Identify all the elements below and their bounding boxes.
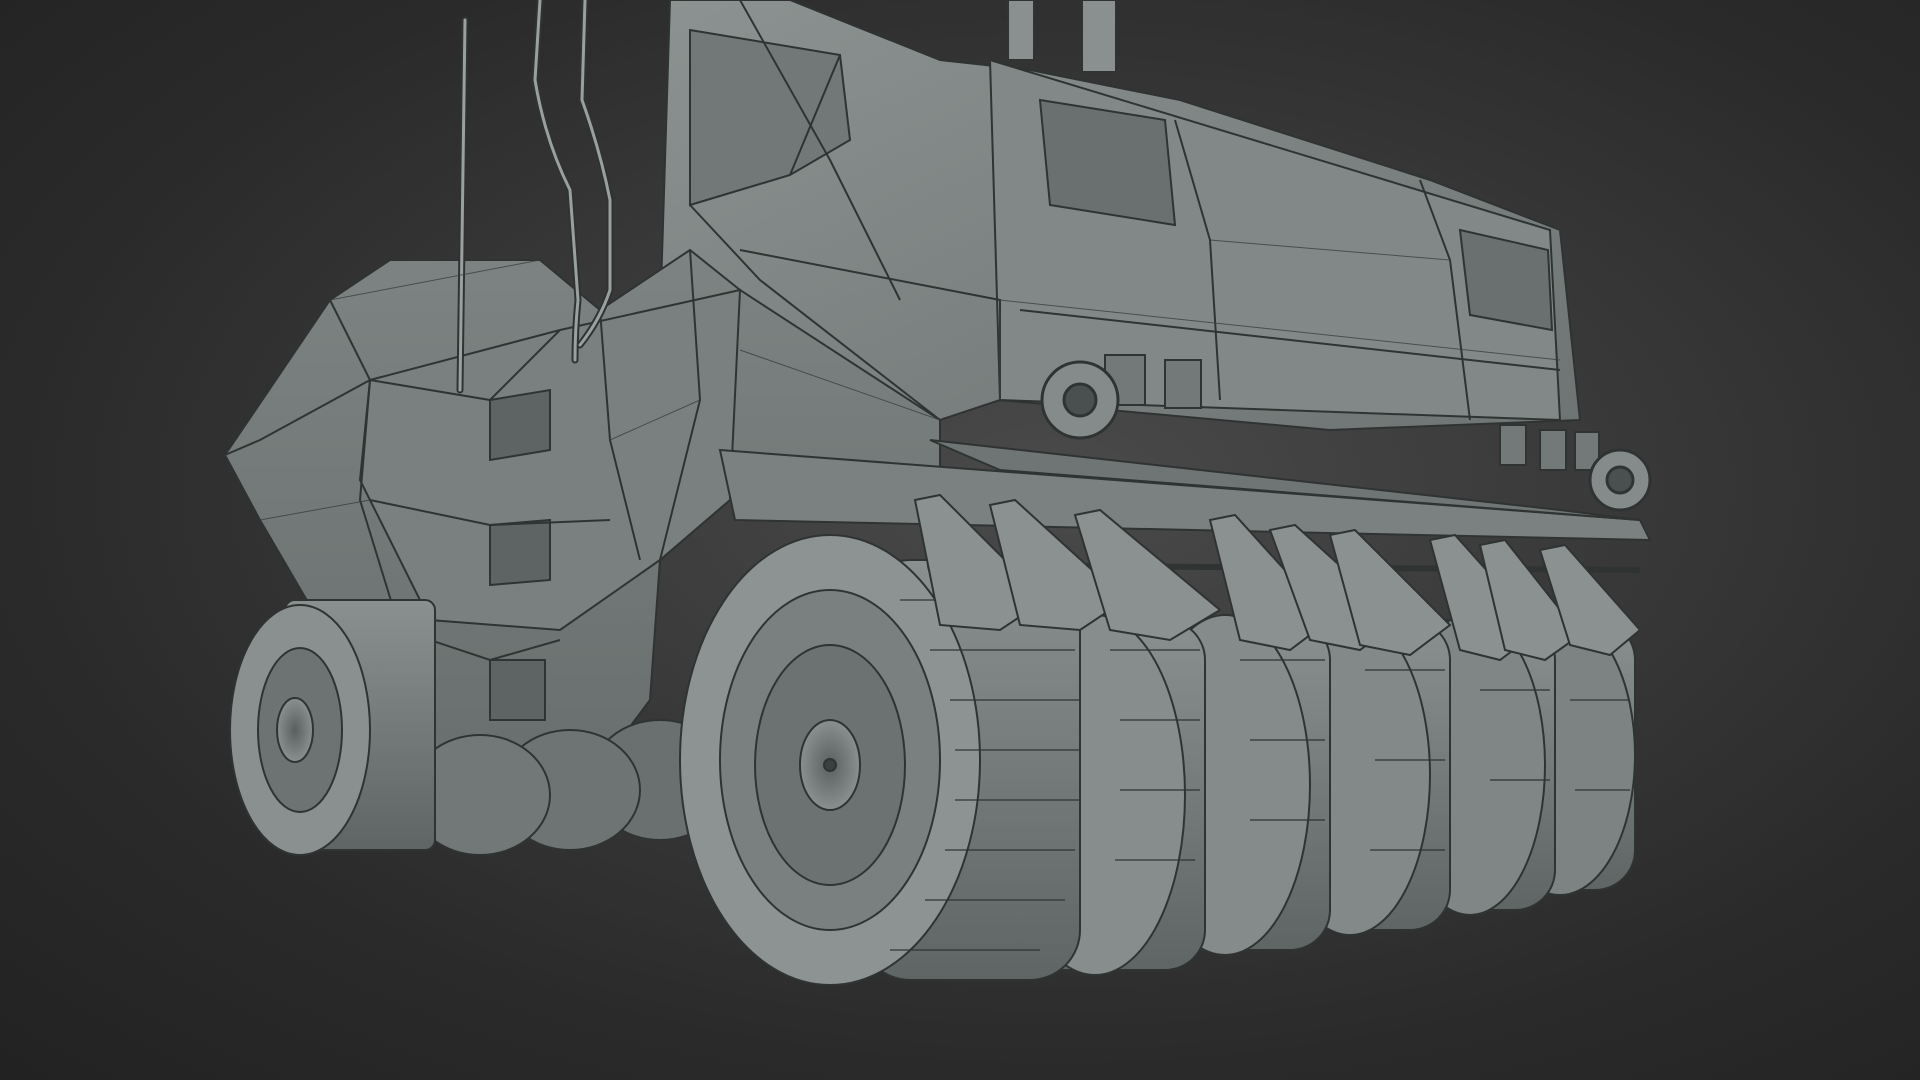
render-canvas — [223, 0, 1652, 986]
exhaust-pipes — [1007, 0, 1117, 73]
3d-viewport[interactable] — [0, 0, 1920, 1080]
